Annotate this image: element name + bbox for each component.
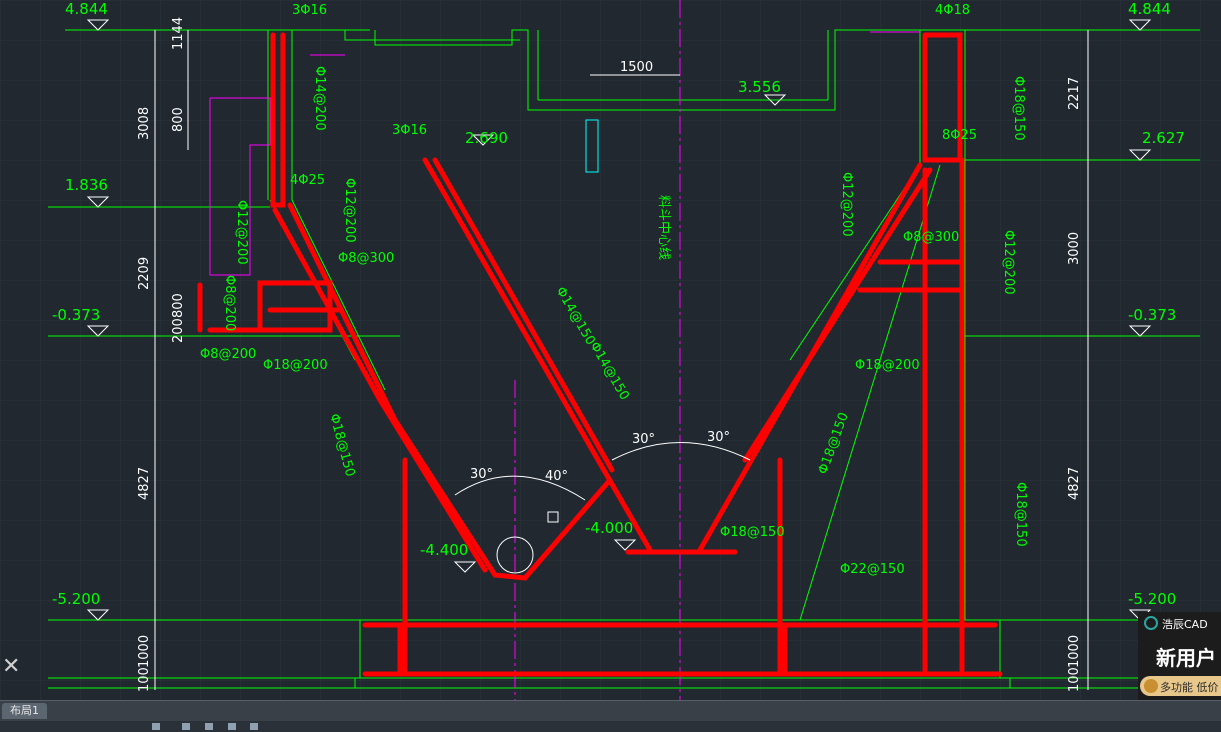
ad-title: 新用户 bbox=[1156, 646, 1216, 670]
svg-text:-4.000: -4.000 bbox=[585, 519, 633, 537]
svg-text:Φ14@200: Φ14@200 bbox=[312, 66, 327, 131]
svg-text:Φ8@300: Φ8@300 bbox=[338, 251, 394, 266]
svg-text:-5.200: -5.200 bbox=[52, 590, 100, 608]
svg-text:Φ12@200: Φ12@200 bbox=[234, 200, 249, 265]
svg-text:30°: 30° bbox=[470, 467, 493, 482]
svg-text:4Φ25: 4Φ25 bbox=[290, 173, 325, 188]
svg-text:-0.373: -0.373 bbox=[1128, 306, 1176, 324]
svg-text:3.556: 3.556 bbox=[738, 78, 781, 96]
svg-text:200: 200 bbox=[171, 318, 186, 343]
svg-text:1000: 1000 bbox=[137, 635, 152, 668]
svg-text:3008: 3008 bbox=[137, 107, 152, 140]
svg-text:1.836: 1.836 bbox=[65, 176, 108, 194]
status-icon[interactable] bbox=[250, 723, 258, 730]
svg-text:40°: 40° bbox=[545, 469, 568, 484]
svg-text:Φ18@200: Φ18@200 bbox=[263, 358, 328, 373]
svg-text:Φ8@200: Φ8@200 bbox=[222, 275, 237, 331]
svg-text:2209: 2209 bbox=[137, 257, 152, 290]
ad-panel[interactable]: 浩辰CAD 新用户 多功能 低价 bbox=[1138, 612, 1221, 700]
svg-text:4.844: 4.844 bbox=[1128, 0, 1171, 18]
svg-text:料斗中心线: 料斗中心线 bbox=[656, 195, 671, 260]
status-icon[interactable] bbox=[182, 723, 190, 730]
svg-text:4.844: 4.844 bbox=[65, 0, 108, 18]
svg-text:4Φ18: 4Φ18 bbox=[935, 3, 970, 18]
ucs-cross-icon: ✕ bbox=[2, 654, 21, 679]
svg-text:Φ12@200: Φ12@200 bbox=[839, 172, 854, 237]
svg-text:2217: 2217 bbox=[1067, 77, 1082, 110]
coin-icon bbox=[1144, 679, 1158, 693]
brand-logo-icon bbox=[1144, 616, 1158, 630]
svg-text:1144: 1144 bbox=[171, 17, 186, 50]
svg-text:Φ8@300: Φ8@300 bbox=[903, 230, 959, 245]
svg-text:3Φ16: 3Φ16 bbox=[392, 123, 427, 138]
status-bar bbox=[0, 721, 1221, 732]
svg-text:800: 800 bbox=[171, 107, 186, 132]
ad-subtitle-pill[interactable]: 多功能 低价 bbox=[1140, 676, 1221, 696]
svg-text:30°: 30° bbox=[707, 430, 730, 445]
svg-text:Φ8@200: Φ8@200 bbox=[200, 347, 256, 362]
svg-text:100: 100 bbox=[137, 667, 152, 692]
svg-text:Φ18@200: Φ18@200 bbox=[855, 358, 920, 373]
svg-text:3Φ16: 3Φ16 bbox=[292, 3, 327, 18]
svg-text:8Φ25: 8Φ25 bbox=[942, 128, 977, 143]
svg-text:Φ18@150: Φ18@150 bbox=[1011, 76, 1026, 141]
svg-text:4827: 4827 bbox=[1067, 467, 1082, 500]
svg-text:800: 800 bbox=[171, 293, 186, 318]
svg-text:Φ12@200: Φ12@200 bbox=[1001, 230, 1016, 295]
svg-text:-0.373: -0.373 bbox=[52, 306, 100, 324]
svg-text:30°: 30° bbox=[632, 432, 655, 447]
tab-layout1[interactable]: 布局1 bbox=[2, 703, 47, 719]
svg-text:Φ22@150: Φ22@150 bbox=[840, 562, 905, 577]
svg-text:2.627: 2.627 bbox=[1142, 129, 1185, 147]
svg-text:4827: 4827 bbox=[137, 467, 152, 500]
svg-text:1000: 1000 bbox=[1067, 635, 1082, 668]
cad-drawing-canvas[interactable]: 4.844 4.844 1.836 2.690 2.627 3.556 -0.3… bbox=[0, 0, 1221, 700]
svg-text:3000: 3000 bbox=[1067, 232, 1082, 265]
svg-text:Φ18@150: Φ18@150 bbox=[1013, 482, 1028, 547]
svg-text:Φ12@200: Φ12@200 bbox=[342, 178, 357, 243]
status-icon[interactable] bbox=[152, 723, 160, 730]
svg-text:Φ18@150: Φ18@150 bbox=[720, 525, 785, 540]
svg-text:-4.400: -4.400 bbox=[420, 541, 468, 559]
svg-text:2.690: 2.690 bbox=[465, 129, 508, 147]
ad-brand: 浩辰CAD bbox=[1162, 618, 1208, 631]
ad-subtitle: 多功能 低价 bbox=[1160, 681, 1219, 694]
status-icon[interactable] bbox=[205, 723, 213, 730]
layout-tab-bar: 布局1 bbox=[0, 700, 1221, 721]
status-icon[interactable] bbox=[228, 723, 236, 730]
svg-text:-5.200: -5.200 bbox=[1128, 590, 1176, 608]
svg-text:100: 100 bbox=[1067, 667, 1082, 692]
svg-text:1500: 1500 bbox=[620, 60, 653, 75]
